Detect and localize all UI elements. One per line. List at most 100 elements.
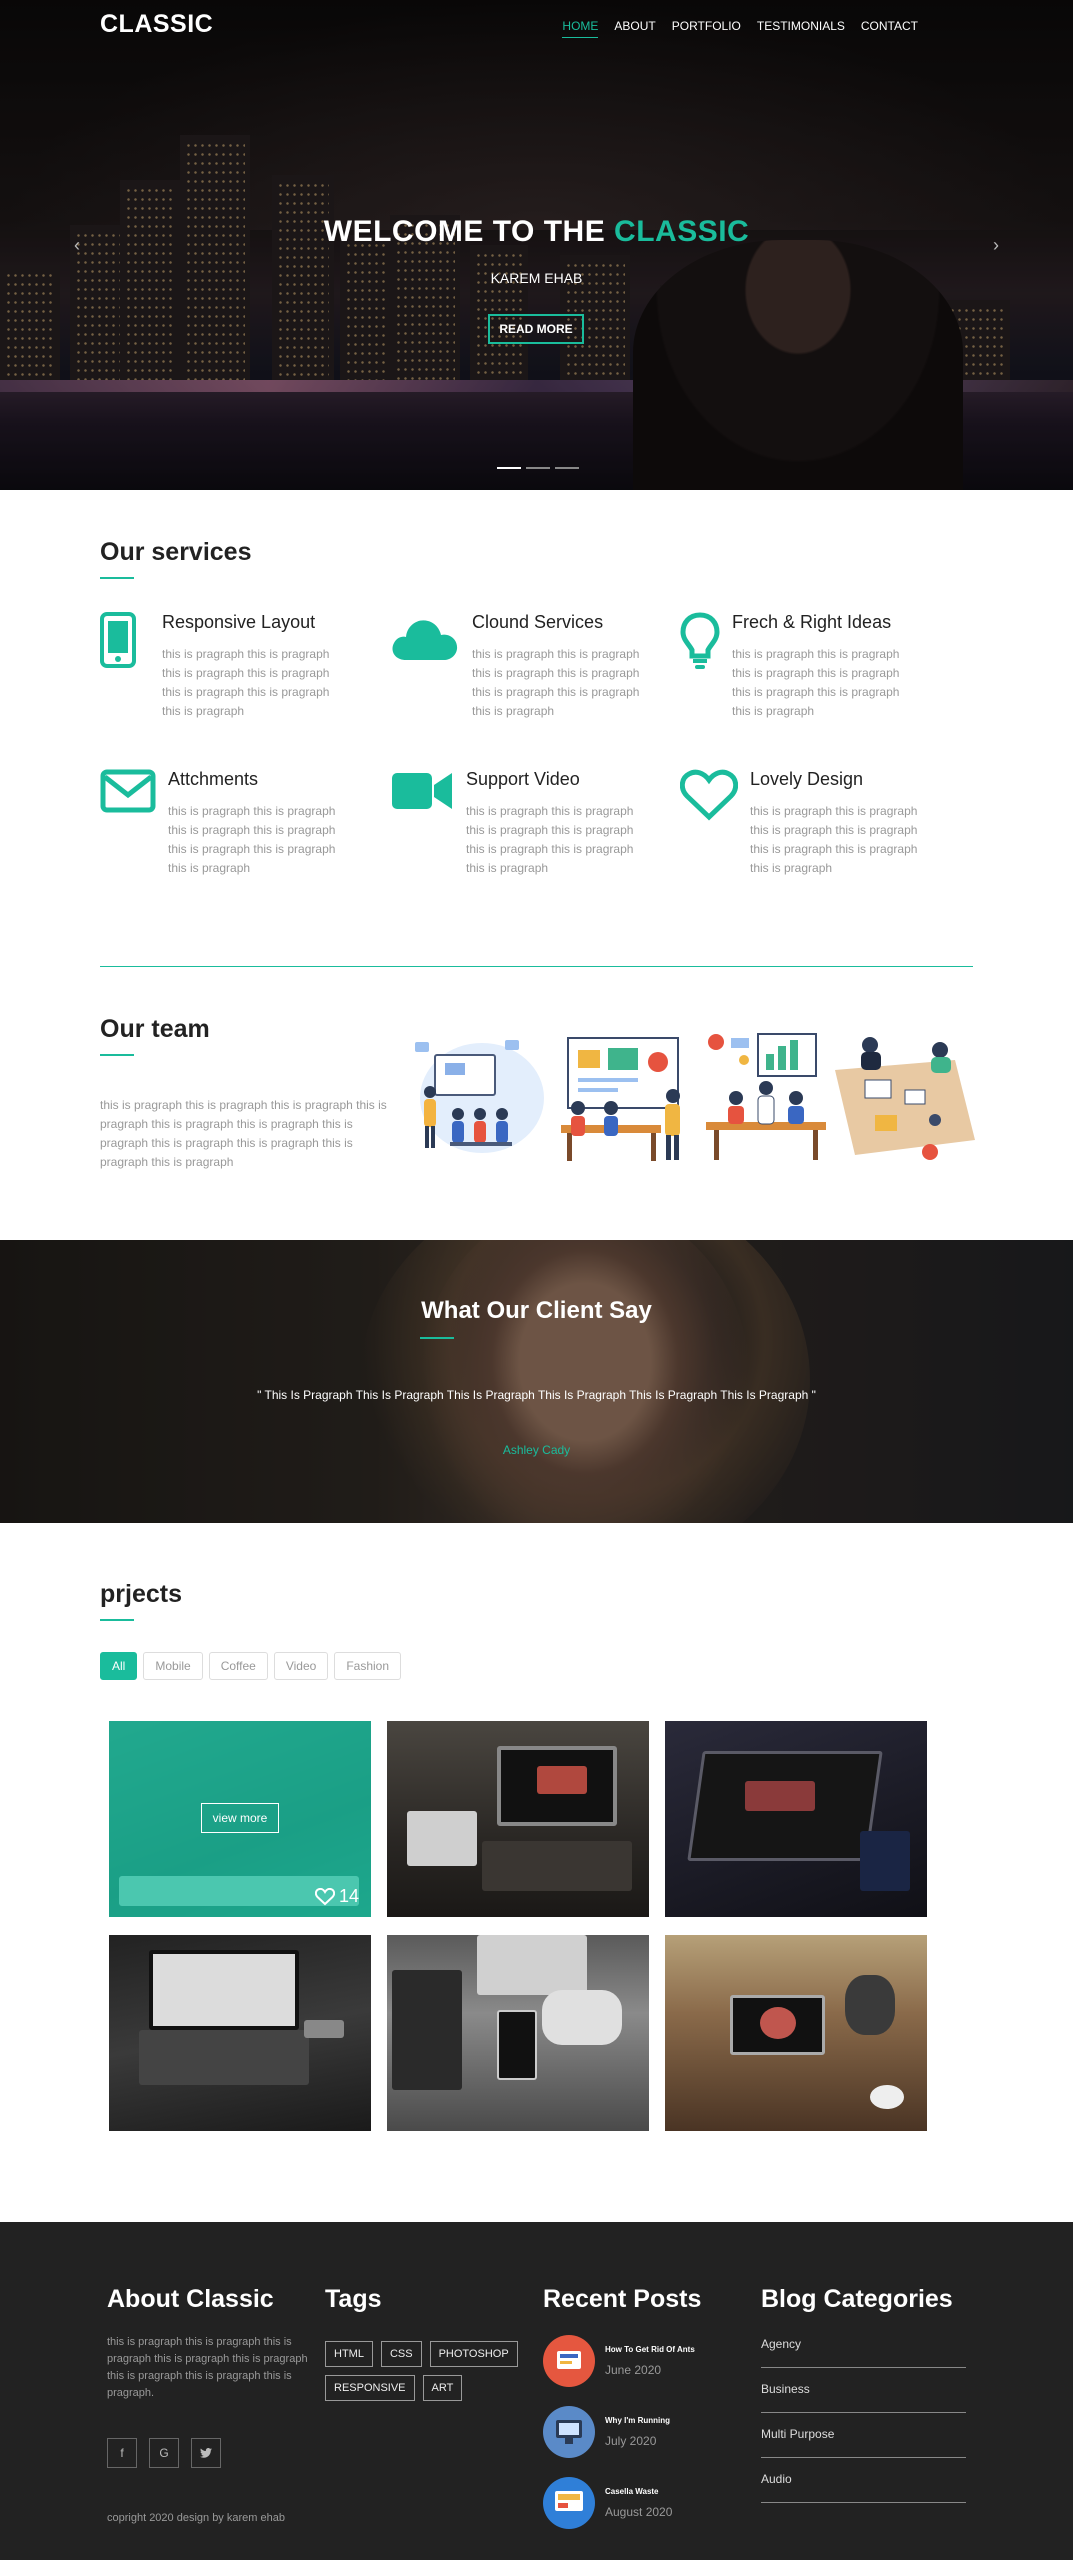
lightbulb-icon (680, 612, 720, 721)
footer-tags-title: Tags (325, 2285, 382, 2313)
mobile-icon (100, 612, 150, 721)
tag-responsive[interactable]: RESPONSIVE (325, 2375, 415, 2401)
recent-post[interactable]: How To Get Rid Of Ants June 2020 (543, 2335, 695, 2387)
magazine-image (392, 1970, 462, 2090)
service-item: Responsive Layout this is pragraph this i… (100, 612, 344, 721)
neon-sign-image (537, 1766, 587, 1794)
post-date: July 2020 (605, 2434, 657, 2448)
category-link-audio[interactable]: Audio (761, 2458, 966, 2503)
service-item: Frech & Right Ideas this is pragraph this… (680, 612, 914, 721)
project-item[interactable] (665, 1935, 927, 2131)
tag-photoshop[interactable]: PHOTOSHOP (429, 2341, 518, 2367)
service-title: Support Video (466, 769, 580, 789)
project-item[interactable] (109, 1935, 371, 2131)
team-presentation-illustration (561, 1037, 680, 1161)
recent-post[interactable]: Why I'm Running July 2020 (543, 2406, 670, 2458)
twitter-icon[interactable] (191, 2438, 221, 2468)
project-item[interactable]: view more 14 (109, 1721, 371, 1917)
tag-art[interactable]: ART (422, 2375, 463, 2401)
navbar: CLASSIC HOME ABOUT PORTFOLIO TESTIMONIAL… (0, 0, 1073, 50)
slide-indicator[interactable] (497, 467, 521, 469)
slider-indicators (497, 467, 579, 469)
project-item[interactable] (387, 1721, 649, 1917)
nav-link-contact[interactable]: CONTACT (861, 19, 918, 38)
hero-subtitle: KAREM EHAB (490, 270, 583, 286)
phone-image (304, 2020, 344, 2038)
tag-html[interactable]: HTML (325, 2341, 373, 2367)
keyboard-image (139, 2030, 309, 2085)
heart-icon (679, 769, 739, 878)
screen-image (760, 2007, 796, 2039)
service-text: this is pragraph this is pragraph this i… (472, 647, 640, 718)
service-item: Clound Services this is pragraph this is … (390, 612, 654, 721)
tag-cloud: HTML CSS PHOTOSHOP RESPONSIVE ART (325, 2341, 535, 2401)
footer-about-title: About Classic (107, 2285, 274, 2313)
post-title[interactable]: Casella Waste (605, 2487, 672, 2496)
mug-image (860, 1831, 910, 1891)
post-thumbnail (543, 2335, 595, 2387)
service-item: Attchments this is pragraph this is pragr… (100, 769, 350, 878)
hero-title: WELCOME TO THE CLASSIC (0, 215, 1073, 249)
phone-image (497, 2010, 537, 2080)
testimonial-quote: " This Is Pragraph This Is Pragraph This… (257, 1388, 816, 1402)
filter-all[interactable]: All (100, 1652, 138, 1680)
filter-coffee[interactable]: Coffee (208, 1652, 268, 1680)
envelope-icon (100, 769, 156, 878)
team-meeting-illustration (415, 1040, 544, 1153)
service-text: this is pragraph this is pragraph this i… (732, 647, 900, 718)
likes-counter[interactable]: 14 (314, 1886, 359, 1907)
testimonial-title: What Our Client Say (421, 1297, 652, 1324)
laptop-image (477, 1935, 587, 1995)
category-link-agency[interactable]: Agency (761, 2323, 966, 2368)
nav-link-portfolio[interactable]: PORTFOLIO (672, 19, 741, 38)
service-title: Lovely Design (750, 769, 864, 789)
coffee-cup-image (870, 2085, 904, 2109)
facebook-icon[interactable]: f (107, 2438, 137, 2468)
tablet-image (407, 1811, 477, 1866)
filter-fashion[interactable]: Fashion (334, 1652, 402, 1680)
video-camera-icon (390, 769, 454, 878)
service-text: this is pragraph this is pragraph this i… (162, 647, 330, 718)
slide-indicator[interactable] (526, 467, 550, 469)
team-meeting-table-illustration (706, 1033, 826, 1160)
nav-link-testimonials[interactable]: TESTIMONIALS (757, 19, 845, 38)
project-item[interactable] (387, 1935, 649, 2131)
nav-link-about[interactable]: ABOUT (614, 19, 655, 38)
service-title: Frech & Right Ideas (732, 612, 892, 632)
view-more-button[interactable]: view more (201, 1803, 279, 1833)
footer-categories-title: Blog Categories (761, 2285, 953, 2313)
category-link-multi-purpose[interactable]: Multi Purpose (761, 2413, 966, 2458)
hero-title-prefix: WELCOME TO THE (323, 215, 615, 248)
services-title: Our services (100, 538, 252, 579)
projects-title: prjects (100, 1580, 182, 1621)
google-icon[interactable]: G (149, 2438, 179, 2468)
service-text: this is pragraph this is pragraph this i… (750, 804, 918, 875)
footer-posts-title: Recent Posts (543, 2285, 702, 2313)
read-more-button[interactable]: READ MORE (488, 314, 584, 344)
heart-icon (314, 1887, 335, 1905)
filter-video[interactable]: Video (273, 1652, 329, 1680)
project-filters: All Mobile Coffee Video Fashion (100, 1652, 402, 1680)
filter-mobile[interactable]: Mobile (143, 1652, 203, 1680)
post-thumbnail (543, 2406, 595, 2458)
slide-indicator[interactable] (555, 467, 579, 469)
team-text: this is pragraph this is pragraph this i… (100, 1098, 387, 1169)
post-title[interactable]: How To Get Rid Of Ants (605, 2345, 695, 2354)
social-links: f G (107, 2438, 221, 2468)
post-title[interactable]: Why I'm Running (605, 2416, 670, 2425)
testimonial-overlay (0, 1240, 1073, 1523)
project-hover-overlay: view more 14 (109, 1721, 371, 1917)
screen-image (745, 1781, 815, 1811)
team-desk-illustration (835, 1037, 975, 1160)
post-date: August 2020 (605, 2505, 673, 2519)
sneaker-image (542, 1990, 622, 2045)
nav-link-home[interactable]: HOME (562, 19, 599, 38)
copyright-text: copright 2020 design by karem ehab (107, 2512, 285, 2524)
category-link-business[interactable]: Business (761, 2368, 966, 2413)
project-item[interactable] (665, 1721, 927, 1917)
testimonial-underline (420, 1337, 454, 1339)
site-logo[interactable]: CLASSIC (100, 10, 213, 39)
service-text: this is pragraph this is pragraph this i… (168, 804, 336, 875)
recent-post[interactable]: Casella Waste August 2020 (543, 2477, 672, 2529)
tag-css[interactable]: CSS (380, 2341, 422, 2367)
